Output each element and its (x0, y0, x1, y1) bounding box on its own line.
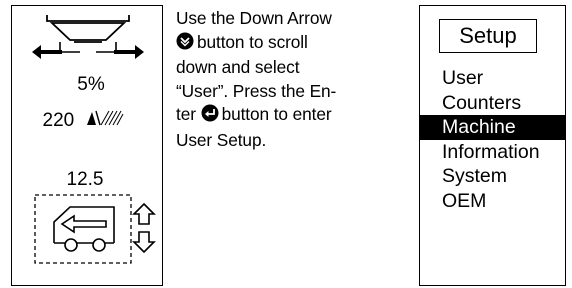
spinner-right-arrow-icon (96, 42, 144, 59)
setup-menu-panel: Setup User Counters Machine Information … (419, 5, 566, 286)
instruction-line: down and select (176, 57, 300, 77)
down-arrow-icon[interactable] (132, 230, 156, 254)
instruction-line: Use the Down Arrow (176, 8, 332, 28)
ground-speed-readout: 12.5 (66, 169, 104, 190)
menu-title: Setup (439, 19, 537, 53)
application-rate-row: 220 (8, 110, 160, 132)
instruction-line: “User”. Press the En- (176, 80, 337, 101)
instruction-line: ter button to enter (176, 103, 386, 129)
instruction-line: button to scroll (176, 31, 386, 57)
spinner-left-arrow-icon (32, 42, 80, 59)
up-arrow-icon[interactable] (132, 202, 156, 226)
spread-percent-readout: 5% (77, 74, 105, 95)
menu-item-information[interactable]: Information (420, 140, 565, 165)
down-arrow-button-icon (176, 32, 194, 57)
controller-display: 5% 220 12.5 (11, 5, 163, 286)
truck-reverse-icon (34, 194, 132, 264)
application-rate-value: 220 (42, 110, 75, 132)
menu-item-machine[interactable]: Machine (420, 115, 565, 140)
setup-menu-list: User Counters Machine Information System… (420, 66, 565, 213)
instruction-line: User Setup. (176, 129, 267, 150)
rate-per-area-icon (85, 110, 125, 132)
menu-item-user[interactable]: User (420, 66, 565, 91)
menu-item-oem[interactable]: OEM (420, 189, 565, 214)
enter-button-icon (201, 104, 219, 129)
menu-item-counters[interactable]: Counters (420, 91, 565, 116)
instruction-text: Use the Down Arrow button to scroll down… (176, 7, 386, 152)
menu-item-system[interactable]: System (420, 164, 565, 189)
